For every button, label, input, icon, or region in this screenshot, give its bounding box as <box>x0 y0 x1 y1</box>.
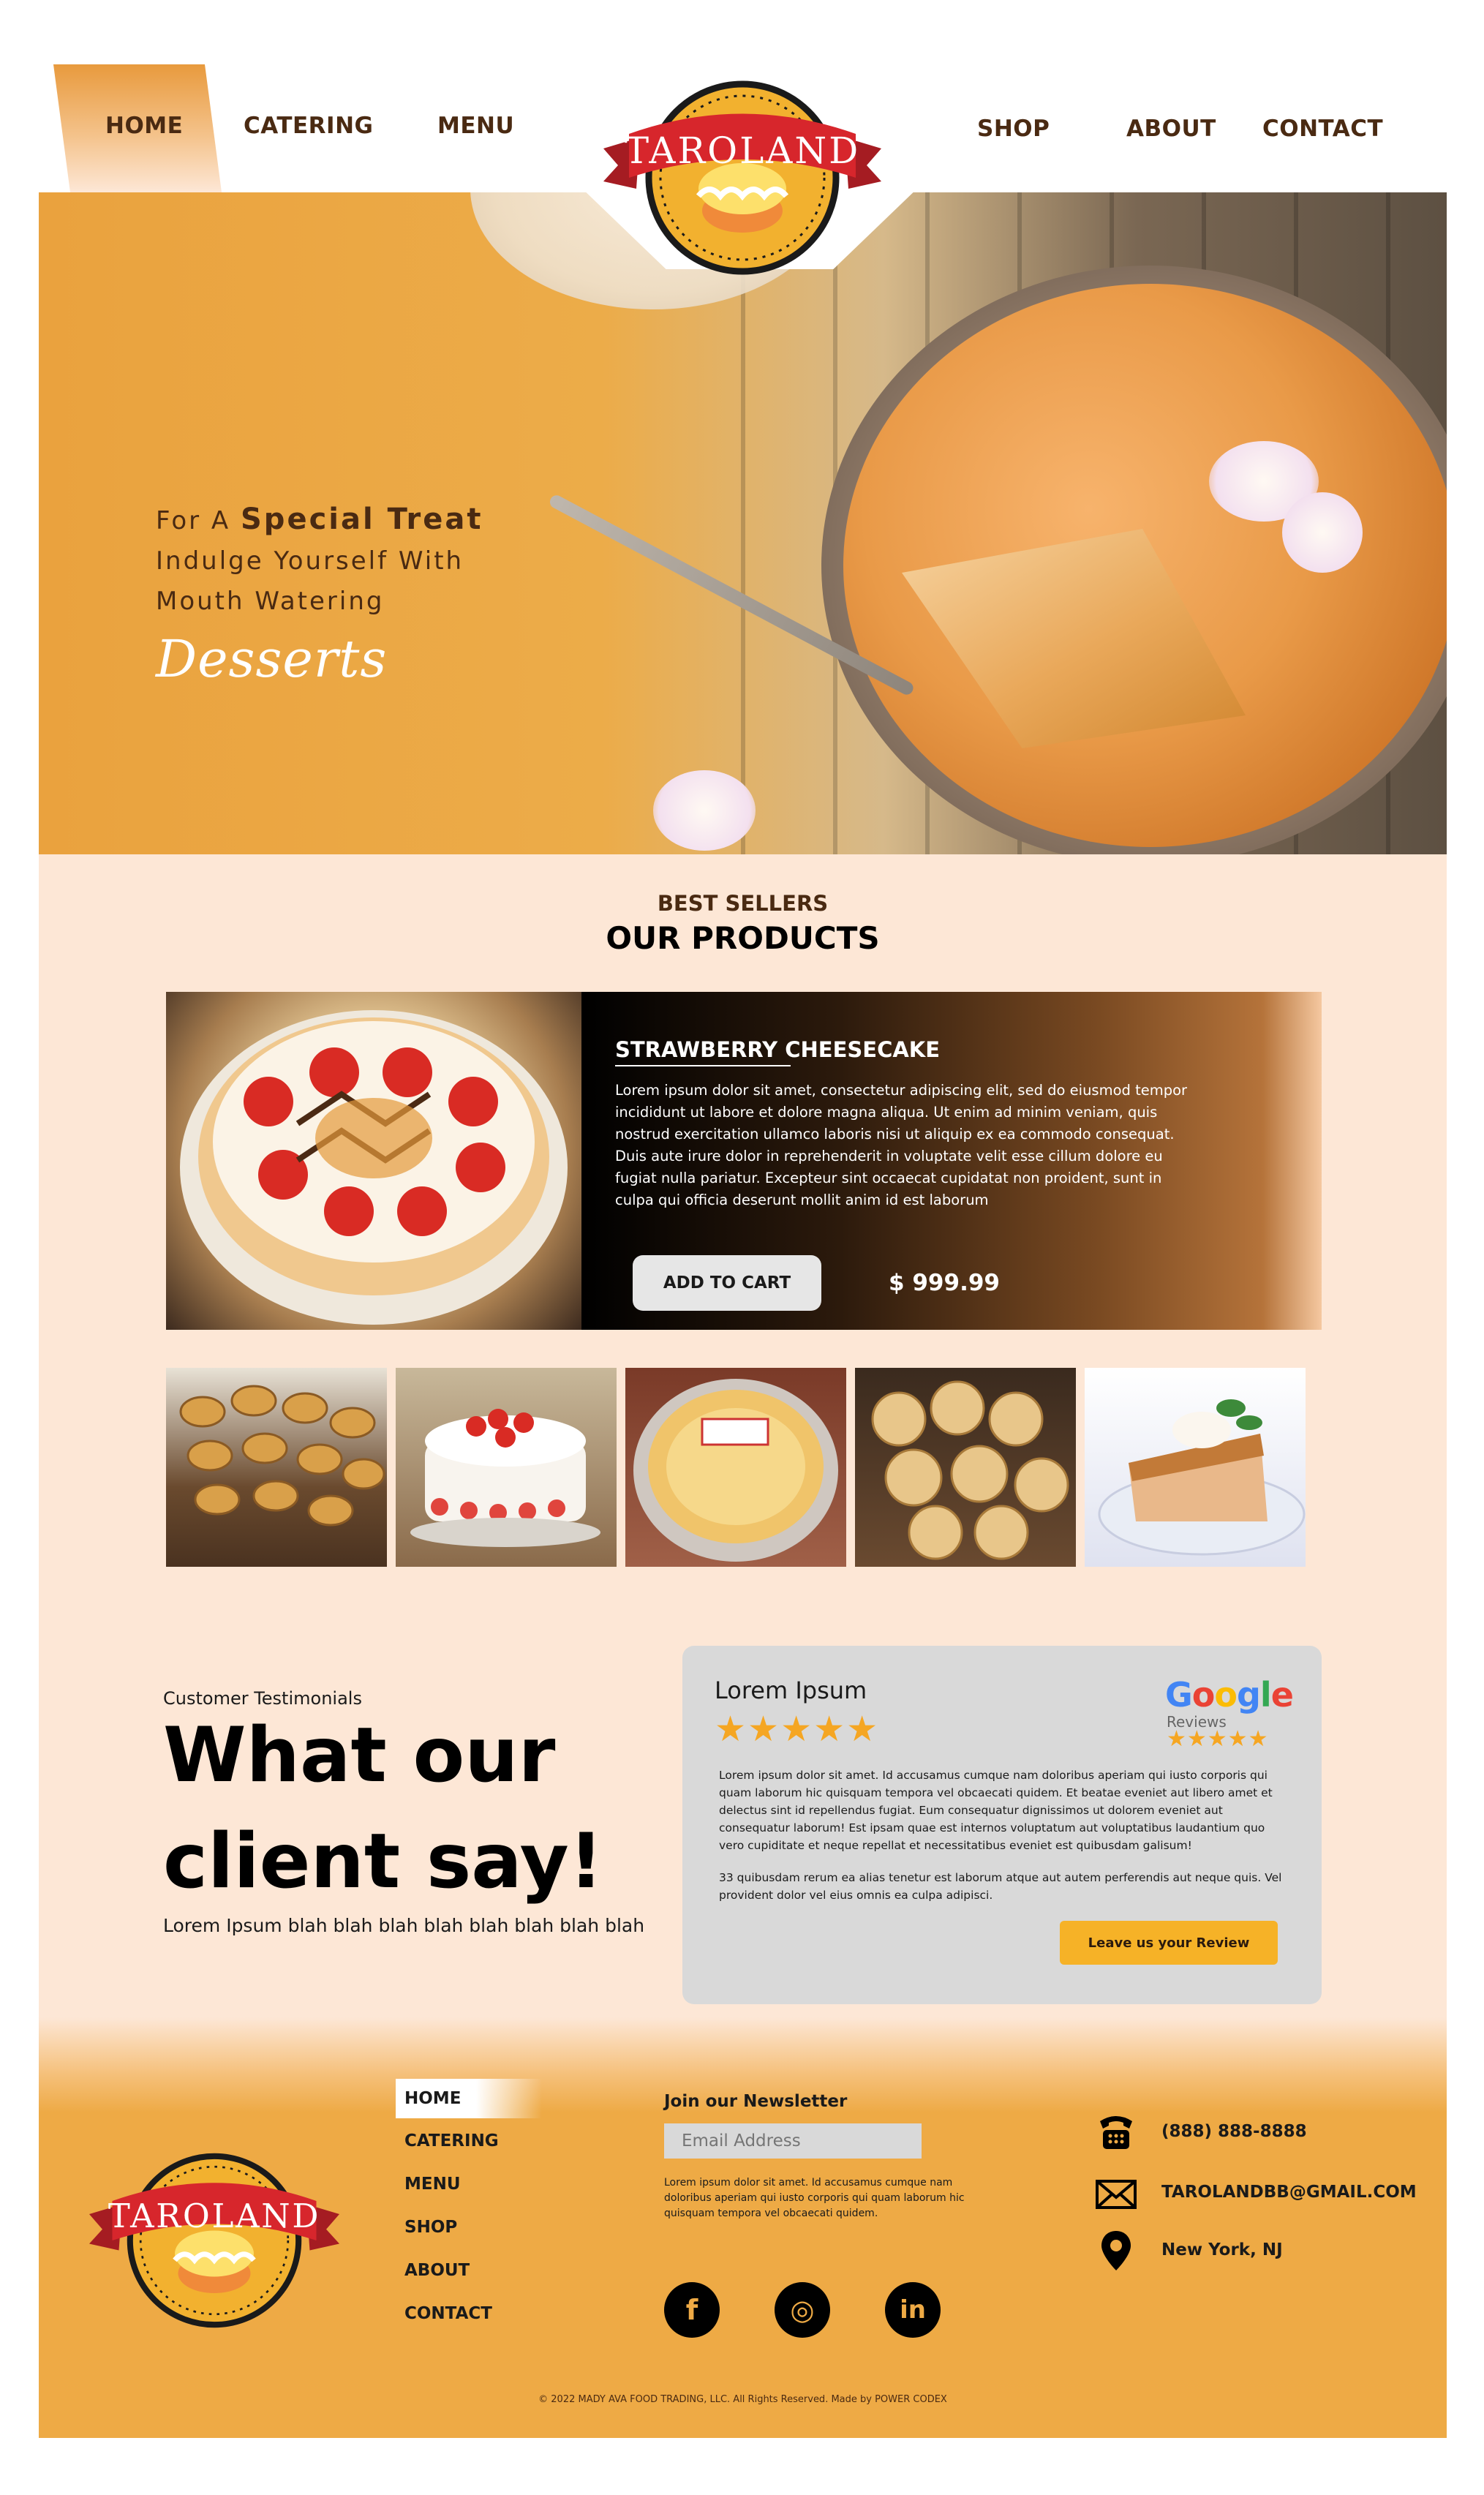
footer-logo-text: TAROLAND <box>108 2197 320 2235</box>
nav-catering[interactable]: CATERING <box>244 113 373 139</box>
hero-tagline: For A Special Treat Indulge Yourself Wit… <box>156 500 483 689</box>
page-frame: HOME CATERING MENU SHOP ABOUT CONTACT Fo… <box>39 64 1447 2438</box>
contact-phone[interactable]: (888) 888-8888 <box>1161 2122 1307 2141</box>
review-paragraph-2: 33 quibusdam rerum ea alias tenetur est … <box>719 1871 1282 1902</box>
featured-product-card: STRAWBERRY CHEESECAKE Lorem ipsum dolor … <box>166 992 1322 1330</box>
flower-image <box>653 770 756 851</box>
contact-location: New York, NJ <box>1161 2240 1283 2259</box>
featured-product-panel: STRAWBERRY CHEESECAKE Lorem ipsum dolor … <box>581 992 1322 1330</box>
best-sellers-kicker: BEST SELLERS <box>657 891 829 916</box>
newsletter-text: Lorem ipsum dolor sit amet. Id accusamus… <box>664 2177 965 2219</box>
product-thumbnails <box>166 1368 1351 1567</box>
review-body: Lorem ipsum dolor sit amet. Id accusamus… <box>719 1766 1289 1904</box>
heading-line-1: What our <box>163 1712 556 1799</box>
product-thumb-pie-slice[interactable] <box>1085 1368 1306 1567</box>
footer-link-about[interactable]: ABOUT <box>404 2261 470 2280</box>
hero-line-3: Mouth Watering <box>156 587 385 616</box>
taroland-logo[interactable]: TAROLAND <box>596 79 889 291</box>
hero-desserts: Desserts <box>156 629 388 689</box>
nav-shop[interactable]: SHOP <box>977 116 1050 142</box>
newsletter-email-input[interactable] <box>664 2123 922 2159</box>
hero-banner: For A Special Treat Indulge Yourself Wit… <box>39 192 1447 854</box>
our-products-heading: OUR PRODUCTS <box>606 920 880 956</box>
cheesecake-image <box>166 992 581 1330</box>
reviewer-name: Lorem Ipsum <box>715 1676 867 1704</box>
featured-product-description: Lorem ipsum dolor sit amet, consectetur … <box>615 1082 1188 1208</box>
nav-about[interactable]: ABOUT <box>1126 116 1216 142</box>
copyright: © 2022 MADY AVA FOOD TRADING, LLC. All R… <box>538 2394 947 2405</box>
hero-prefix: For A <box>156 506 241 535</box>
featured-product-title: STRAWBERRY CHEESECAKE <box>615 1037 941 1062</box>
product-thumb-custard-pie[interactable] <box>625 1368 846 1567</box>
featured-product-price: $ 999.99 <box>889 1270 1000 1296</box>
footer-link-home[interactable]: HOME <box>404 2089 461 2108</box>
testimonials-subtext: Lorem Ipsum blah blah blah blah blah bla… <box>163 1915 645 1936</box>
location-pin-icon <box>1101 2231 1131 2270</box>
mail-icon <box>1096 2180 1137 2209</box>
logo-text: TAROLAND <box>625 129 861 172</box>
google-stars: ★★★★★ <box>1167 1727 1269 1751</box>
hero-line-2: Indulge Yourself With <box>156 546 464 576</box>
testimonials-heading: What our client say! <box>163 1703 603 1915</box>
footer-link-menu[interactable]: MENU <box>404 2175 461 2194</box>
heading-line-2: client say! <box>163 1818 603 1905</box>
product-thumb-buns[interactable] <box>855 1368 1076 1567</box>
linkedin-icon[interactable]: in <box>885 2282 941 2338</box>
nav-home[interactable]: HOME <box>105 113 183 139</box>
hero-special-treat: Special Treat <box>241 503 483 536</box>
review-paragraph-1: Lorem ipsum dolor sit amet. Id accusamus… <box>719 1769 1273 1852</box>
nav-contact[interactable]: CONTACT <box>1262 116 1383 142</box>
contact-email[interactable]: TAROLANDBB@GMAIL.COM <box>1161 2183 1417 2202</box>
review-rating-stars: ★★★★★ <box>715 1710 880 1749</box>
footer: TAROLAND HOME CATERING MENU SHOP ABOUT C… <box>39 2079 1447 2438</box>
product-thumb-strawberry-cake[interactable] <box>396 1368 617 1567</box>
leave-review-button[interactable]: Leave us your Review <box>1060 1921 1278 1965</box>
instagram-icon[interactable]: ◎ <box>775 2282 830 2338</box>
title-divider <box>615 1065 791 1066</box>
google-logo: Google <box>1165 1675 1294 1715</box>
flower-image <box>1282 492 1363 573</box>
footer-logo[interactable]: TAROLAND <box>83 2142 346 2339</box>
phone-icon <box>1100 2116 1132 2149</box>
footer-link-shop[interactable]: SHOP <box>404 2218 457 2237</box>
footer-link-catering[interactable]: CATERING <box>404 2131 499 2150</box>
newsletter-title: Join our Newsletter <box>664 2092 848 2111</box>
facebook-icon[interactable]: f <box>664 2282 720 2338</box>
add-to-cart-button[interactable]: ADD TO CART <box>633 1255 821 1311</box>
footer-link-contact[interactable]: CONTACT <box>404 2304 492 2323</box>
hero-line-1: For A Special Treat <box>156 500 483 541</box>
product-thumb-pastries[interactable] <box>166 1368 387 1567</box>
review-card: Lorem Ipsum ★★★★★ Google Reviews ★★★★★ L… <box>682 1646 1322 2004</box>
nav-menu[interactable]: MENU <box>437 113 514 139</box>
